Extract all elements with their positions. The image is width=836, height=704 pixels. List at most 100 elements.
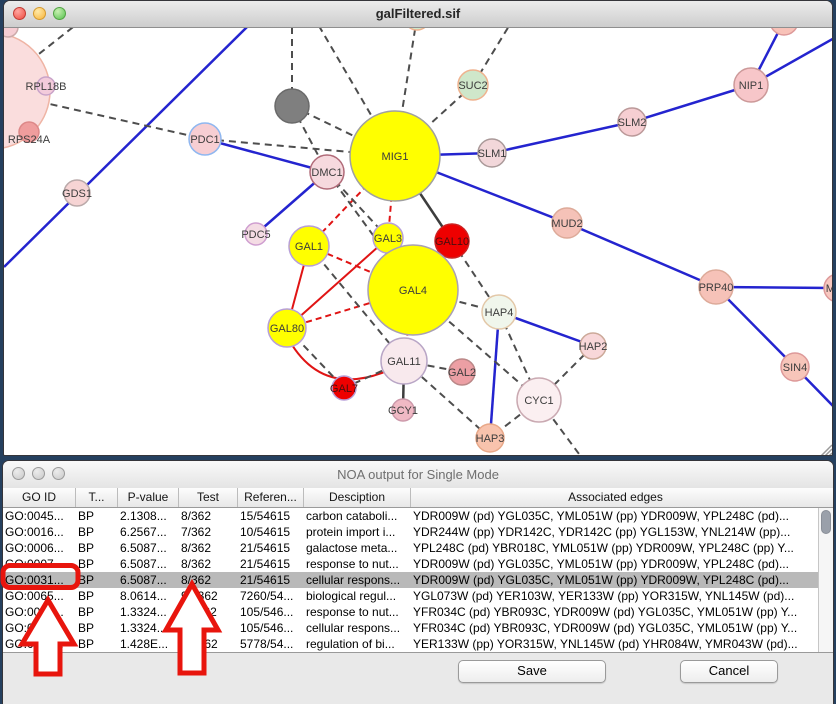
node-NIP1[interactable]: NIP1 xyxy=(734,68,768,102)
table-cell: 1.3324... xyxy=(118,604,179,620)
node-HAP2[interactable]: HAP2 xyxy=(579,333,608,359)
node-GAL2[interactable]: GAL2 xyxy=(448,359,476,385)
table-row[interactable]: GO:0031...BP6.5087...8/36221/54615cellul… xyxy=(3,572,820,588)
table-cell: 6.5087... xyxy=(118,572,179,588)
node-GAL80[interactable]: GAL80 xyxy=(268,309,306,347)
node-label: SLM1 xyxy=(478,148,507,160)
table-row[interactable]: GO:0050...BP1.428E...80/3625778/54...reg… xyxy=(3,636,820,652)
network-canvas[interactable]: RPL18BRPS24AGDS1PDC1DMC1MIG1SUC2SLM1SLM2… xyxy=(4,28,832,456)
node-label: HAP3 xyxy=(476,433,505,445)
table-cell: biological regul... xyxy=(304,588,411,604)
table-cell: 1.428E... xyxy=(118,636,179,652)
network-edge-blue xyxy=(567,223,716,287)
node-label: PDC1 xyxy=(190,134,219,146)
node-MUD2[interactable]: MUD2 xyxy=(551,208,582,238)
table-row[interactable]: GO:0007...BP6.5087...8/36221/54615respon… xyxy=(3,556,820,572)
node-SLM2[interactable]: SLM2 xyxy=(618,108,647,136)
node-MSN[interactable]: MSN xyxy=(824,274,832,302)
table-cell: YPL248C (pd) YBR018C, YML051W (pp) YDR00… xyxy=(411,540,820,556)
table-cell: 8/362 xyxy=(179,556,238,572)
node-PDC1[interactable]: PDC1 xyxy=(189,123,221,155)
table-row[interactable]: GO:0006...BP6.5087...8/36221/54615galact… xyxy=(3,540,820,556)
node-label: HAP2 xyxy=(579,341,608,353)
node-label: HAP4 xyxy=(485,307,514,319)
node-PRP40[interactable]: PRP40 xyxy=(699,270,734,304)
node-GAL11[interactable]: GAL11 xyxy=(381,338,427,384)
column-header-pvalue[interactable]: P-value xyxy=(118,488,179,507)
table-cell: 105/546... xyxy=(238,620,304,636)
noa-window-title: NOA output for Single Mode xyxy=(3,467,833,482)
node-label: NIP1 xyxy=(739,80,763,92)
table-cell: 11/362 xyxy=(179,620,238,636)
column-header-test[interactable]: Test xyxy=(179,488,238,507)
table-cell: 11/362 xyxy=(179,604,238,620)
table-cell: 7/362 xyxy=(179,524,238,540)
vertical-scrollbar[interactable] xyxy=(818,508,833,652)
node-unlabeled[interactable] xyxy=(404,28,430,30)
table-row[interactable]: GO:0031...BP1.3324...11/362105/546...res… xyxy=(3,604,820,620)
table-cell: 21/54615 xyxy=(238,540,304,556)
table-row[interactable]: GO:0065...BP8.0614...94/3627260/54...bio… xyxy=(3,588,820,604)
node-label: GCY1 xyxy=(388,405,418,417)
table-cell: GO:0065... xyxy=(3,588,76,604)
table-cell: 21/54615 xyxy=(238,556,304,572)
node-GAL10[interactable]: GAL10 xyxy=(435,224,469,258)
node-label: GAL2 xyxy=(448,367,476,379)
table-cell: YFR034C (pd) YBR093C, YDR009W (pd) YGL03… xyxy=(411,604,820,620)
table-cell: 6.2567... xyxy=(118,524,179,540)
node-HAP3[interactable]: HAP3 xyxy=(476,424,505,452)
network-edge-blue xyxy=(632,85,751,122)
node-DMC1[interactable]: DMC1 xyxy=(310,155,344,189)
column-header-t[interactable]: T... xyxy=(76,488,118,507)
node-label: GAL3 xyxy=(374,233,402,245)
table-cell: 15/54615 xyxy=(238,508,304,524)
dialog-footer: Save Cancel xyxy=(3,653,834,704)
table-header: GO IDT...P-valueTestReferen...Desciption… xyxy=(3,488,834,508)
table-cell: regulation of bi... xyxy=(304,636,411,652)
node-HAP4[interactable]: HAP4 xyxy=(482,295,516,329)
node-MIG1[interactable]: MIG1 xyxy=(350,111,440,201)
table-cell: GO:0050... xyxy=(3,636,76,652)
node-label: CYC1 xyxy=(524,395,553,407)
table-body: GO:0045...BP2.1308...8/36215/54615carbon… xyxy=(3,508,820,652)
node-SUC2[interactable]: SUC2 xyxy=(458,70,488,100)
table-cell: GO:0031... xyxy=(3,620,76,636)
node-CYC1[interactable]: CYC1 xyxy=(517,378,561,422)
table-cell: BP xyxy=(76,540,118,556)
node-SIN4[interactable]: SIN4 xyxy=(781,353,809,381)
network-window-titlebar: galFiltered.sif xyxy=(4,1,832,28)
noa-window-titlebar: NOA output for Single Mode xyxy=(3,461,833,489)
node-GCY1[interactable]: GCY1 xyxy=(388,399,418,421)
node-label: PRP40 xyxy=(699,282,734,294)
node-unlabeled[interactable] xyxy=(770,28,798,35)
table-cell: 21/54615 xyxy=(238,572,304,588)
scrollbar-thumb[interactable] xyxy=(821,510,831,534)
table-cell: GO:0006... xyxy=(3,540,76,556)
save-button[interactable]: Save xyxy=(458,660,606,683)
node-label: PDC5 xyxy=(241,229,270,241)
table-row[interactable]: GO:0031...BP1.3324...11/362105/546...cel… xyxy=(3,620,820,636)
column-header-associatededges[interactable]: Associated edges xyxy=(411,488,820,507)
node-label: GAL80 xyxy=(270,323,304,335)
node-label: MIG1 xyxy=(382,151,409,163)
table-cell: YDR009W (pd) YGL035C, YML051W (pp) YDR00… xyxy=(411,572,820,588)
table-cell: YDR244W (pp) YDR142C, YDR142C (pp) YGL15… xyxy=(411,524,820,540)
table-row[interactable]: GO:0016...BP6.2567...7/36210/54615protei… xyxy=(3,524,820,540)
node-GAL4[interactable]: GAL4 xyxy=(368,245,458,335)
table-row[interactable]: GO:0045...BP2.1308...8/36215/54615carbon… xyxy=(3,508,820,524)
column-header-goid[interactable]: GO ID xyxy=(3,488,76,507)
node-unlabeled[interactable] xyxy=(275,89,309,123)
column-header-desciption[interactable]: Desciption xyxy=(304,488,411,507)
node-unlabeled[interactable] xyxy=(4,28,18,37)
table-cell: 8.0614... xyxy=(118,588,179,604)
cancel-button[interactable]: Cancel xyxy=(680,660,778,683)
table-cell: BP xyxy=(76,572,118,588)
node-GAL1[interactable]: GAL1 xyxy=(289,226,329,266)
node-label: RPL18B xyxy=(26,81,67,93)
table-cell: 80/362 xyxy=(179,636,238,652)
node-SLM1[interactable]: SLM1 xyxy=(478,139,507,167)
node-label: GAL11 xyxy=(387,356,420,368)
resize-grip[interactable] xyxy=(829,453,832,456)
column-header-referen[interactable]: Referen... xyxy=(238,488,304,507)
table-cell: response to nut... xyxy=(304,604,411,620)
